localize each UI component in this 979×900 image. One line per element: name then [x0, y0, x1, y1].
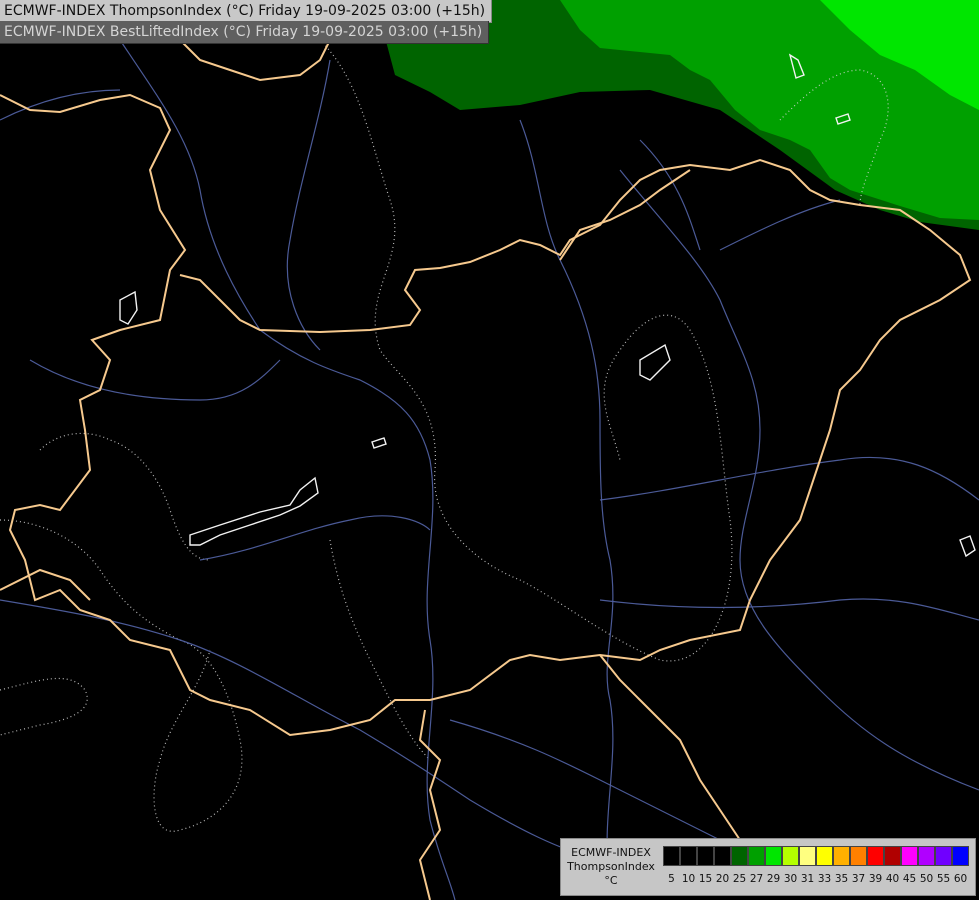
legend-swatch [680, 846, 697, 866]
legend-tick-label: 20 [715, 873, 730, 885]
legend-tick-label: 27 [749, 873, 764, 885]
legend-tick-label: 31 [800, 873, 815, 885]
legend-swatch [782, 846, 799, 866]
legend-tick-label: 33 [817, 873, 832, 885]
legend-swatch [952, 846, 969, 866]
weather-map [0, 0, 979, 900]
legend-title-block: ECMWF-INDEX ThompsonIndex °C [561, 846, 661, 888]
legend-tick-label: 39 [868, 873, 883, 885]
legend-tick-label: 5 [668, 873, 675, 885]
legend-swatch [901, 846, 918, 866]
legend-tick-label: 35 [834, 873, 849, 885]
legend-tick-label: 40 [885, 873, 900, 885]
legend-swatch [833, 846, 850, 866]
legend-tick-label: 45 [902, 873, 917, 885]
legend-tick-label: 55 [936, 873, 951, 885]
legend-tick-labels: 5 10 15 20 25 27 29 30 31 33 35 37 39 40 45 50 55 60 [663, 873, 973, 887]
legend-tick-label: 10 [681, 873, 696, 885]
legend-swatch [697, 846, 714, 866]
legend-tick-label: 50 [919, 873, 934, 885]
legend-swatch [799, 846, 816, 866]
legend-tick-label: 15 [698, 873, 713, 885]
legend-tick-label: 29 [766, 873, 781, 885]
legend-swatch [663, 846, 680, 866]
map-title-thompson-index: ECMWF-INDEX ThompsonIndex (°C) Friday 19… [0, 0, 493, 23]
legend-tick-label: 37 [851, 873, 866, 885]
legend-tick-label: 25 [732, 873, 747, 885]
legend-swatch [884, 846, 901, 866]
color-legend: ECMWF-INDEX ThompsonIndex °C 5 10 15 20 25 27… [560, 838, 976, 896]
legend-swatch [748, 846, 765, 866]
legend-swatch [731, 846, 748, 866]
legend-swatch [765, 846, 782, 866]
map-title-best-lifted-index: ECMWF-INDEX BestLiftedIndex (°C) Friday … [0, 21, 490, 44]
legend-swatch [918, 846, 935, 866]
legend-swatch [714, 846, 731, 866]
legend-swatch [850, 846, 867, 866]
legend-title-line1: ECMWF-INDEX [571, 846, 651, 859]
legend-color-bar [663, 846, 969, 866]
legend-tick-label: 60 [953, 873, 968, 885]
legend-swatch [867, 846, 884, 866]
legend-swatch [935, 846, 952, 866]
legend-title-line2: ThompsonIndex [567, 860, 655, 873]
legend-tick-label: 30 [783, 873, 798, 885]
legend-unit: °C [604, 874, 618, 887]
legend-swatch [816, 846, 833, 866]
